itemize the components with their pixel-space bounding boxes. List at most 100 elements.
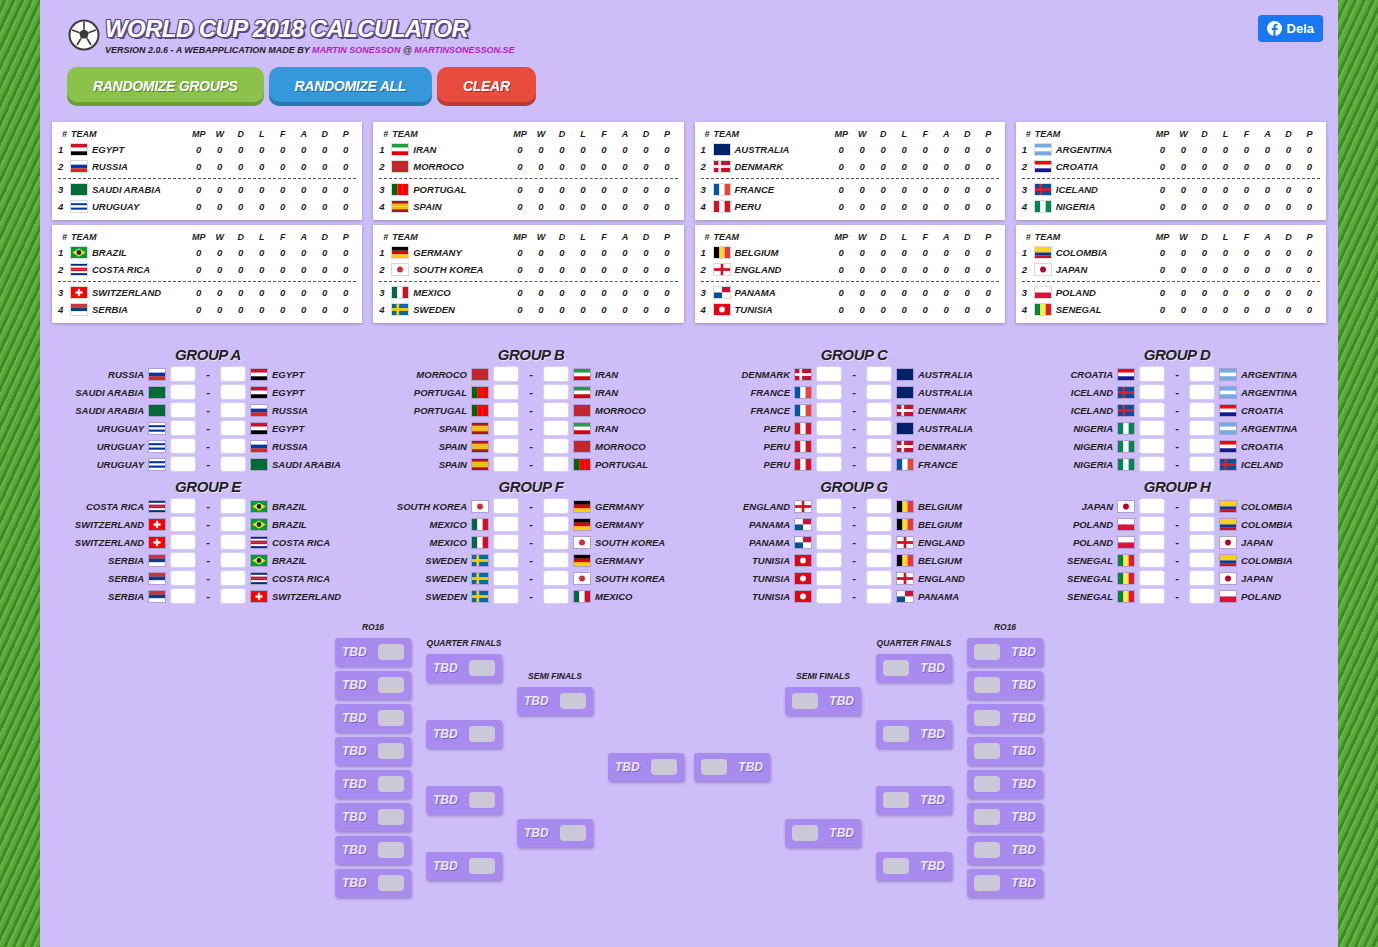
home-score-input[interactable] — [493, 534, 519, 550]
slot-score-input[interactable] — [378, 743, 404, 759]
home-score-input[interactable] — [493, 516, 519, 532]
away-score-input[interactable] — [220, 384, 246, 400]
home-score-input[interactable] — [816, 570, 842, 586]
home-score-input[interactable] — [170, 366, 196, 382]
away-score-input[interactable] — [220, 456, 246, 472]
away-score-input[interactable] — [866, 420, 892, 436]
home-score-input[interactable] — [170, 402, 196, 418]
away-score-input[interactable] — [866, 498, 892, 514]
home-score-input[interactable] — [493, 552, 519, 568]
home-score-input[interactable] — [493, 384, 519, 400]
away-score-input[interactable] — [866, 366, 892, 382]
away-score-input[interactable] — [543, 402, 569, 418]
home-score-input[interactable] — [1139, 588, 1165, 604]
away-score-input[interactable] — [220, 552, 246, 568]
home-score-input[interactable] — [816, 420, 842, 436]
home-score-input[interactable] — [1139, 384, 1165, 400]
slot-score-input[interactable] — [560, 693, 586, 709]
slot-score-input[interactable] — [974, 809, 1000, 825]
home-score-input[interactable] — [493, 456, 519, 472]
away-score-input[interactable] — [1189, 366, 1215, 382]
home-score-input[interactable] — [816, 516, 842, 532]
home-score-input[interactable] — [170, 438, 196, 454]
slot-score-input[interactable] — [701, 759, 727, 775]
slot-score-input[interactable] — [792, 825, 818, 841]
away-score-input[interactable] — [1189, 516, 1215, 532]
away-score-input[interactable] — [1189, 588, 1215, 604]
slot-score-input[interactable] — [378, 710, 404, 726]
away-score-input[interactable] — [866, 516, 892, 532]
home-score-input[interactable] — [493, 420, 519, 436]
home-score-input[interactable] — [493, 498, 519, 514]
slot-score-input[interactable] — [974, 842, 1000, 858]
home-score-input[interactable] — [170, 588, 196, 604]
away-score-input[interactable] — [866, 552, 892, 568]
away-score-input[interactable] — [1189, 534, 1215, 550]
away-score-input[interactable] — [543, 588, 569, 604]
home-score-input[interactable] — [170, 384, 196, 400]
away-score-input[interactable] — [543, 420, 569, 436]
home-score-input[interactable] — [1139, 498, 1165, 514]
away-score-input[interactable] — [220, 588, 246, 604]
home-score-input[interactable] — [170, 498, 196, 514]
slot-score-input[interactable] — [883, 858, 909, 874]
home-score-input[interactable] — [493, 366, 519, 382]
home-score-input[interactable] — [816, 534, 842, 550]
away-score-input[interactable] — [220, 366, 246, 382]
home-score-input[interactable] — [1139, 420, 1165, 436]
slot-score-input[interactable] — [378, 644, 404, 660]
away-score-input[interactable] — [1189, 438, 1215, 454]
home-score-input[interactable] — [1139, 366, 1165, 382]
slot-score-input[interactable] — [883, 660, 909, 676]
away-score-input[interactable] — [866, 570, 892, 586]
home-score-input[interactable] — [170, 552, 196, 568]
home-score-input[interactable] — [170, 570, 196, 586]
home-score-input[interactable] — [816, 456, 842, 472]
away-score-input[interactable] — [1189, 498, 1215, 514]
slot-score-input[interactable] — [378, 677, 404, 693]
home-score-input[interactable] — [816, 384, 842, 400]
slot-score-input[interactable] — [378, 809, 404, 825]
home-score-input[interactable] — [816, 402, 842, 418]
away-score-input[interactable] — [220, 534, 246, 550]
away-score-input[interactable] — [866, 438, 892, 454]
slot-score-input[interactable] — [469, 858, 495, 874]
away-score-input[interactable] — [220, 420, 246, 436]
action-button[interactable]: CLEAR — [437, 67, 536, 106]
share-button[interactable]: Dela — [1258, 15, 1323, 42]
home-score-input[interactable] — [493, 588, 519, 604]
home-score-input[interactable] — [816, 366, 842, 382]
home-score-input[interactable] — [170, 534, 196, 550]
slot-score-input[interactable] — [883, 792, 909, 808]
slot-score-input[interactable] — [974, 710, 1000, 726]
slot-score-input[interactable] — [469, 660, 495, 676]
away-score-input[interactable] — [543, 456, 569, 472]
away-score-input[interactable] — [543, 498, 569, 514]
home-score-input[interactable] — [493, 402, 519, 418]
slot-score-input[interactable] — [560, 825, 586, 841]
slot-score-input[interactable] — [378, 776, 404, 792]
away-score-input[interactable] — [1189, 384, 1215, 400]
slot-score-input[interactable] — [651, 759, 677, 775]
home-score-input[interactable] — [170, 420, 196, 436]
away-score-input[interactable] — [1189, 420, 1215, 436]
home-score-input[interactable] — [1139, 552, 1165, 568]
home-score-input[interactable] — [493, 570, 519, 586]
slot-score-input[interactable] — [974, 677, 1000, 693]
away-score-input[interactable] — [1189, 456, 1215, 472]
away-score-input[interactable] — [543, 552, 569, 568]
home-score-input[interactable] — [1139, 456, 1165, 472]
away-score-input[interactable] — [866, 384, 892, 400]
away-score-input[interactable] — [220, 498, 246, 514]
slot-score-input[interactable] — [469, 726, 495, 742]
away-score-input[interactable] — [543, 570, 569, 586]
action-button[interactable]: RANDOMIZE ALL — [269, 67, 432, 106]
slot-score-input[interactable] — [974, 644, 1000, 660]
away-score-input[interactable] — [543, 516, 569, 532]
away-score-input[interactable] — [543, 366, 569, 382]
home-score-input[interactable] — [170, 516, 196, 532]
author-link[interactable]: MARTIN SONESSON — [312, 45, 400, 55]
home-score-input[interactable] — [170, 456, 196, 472]
home-score-input[interactable] — [1139, 516, 1165, 532]
home-score-input[interactable] — [1139, 438, 1165, 454]
